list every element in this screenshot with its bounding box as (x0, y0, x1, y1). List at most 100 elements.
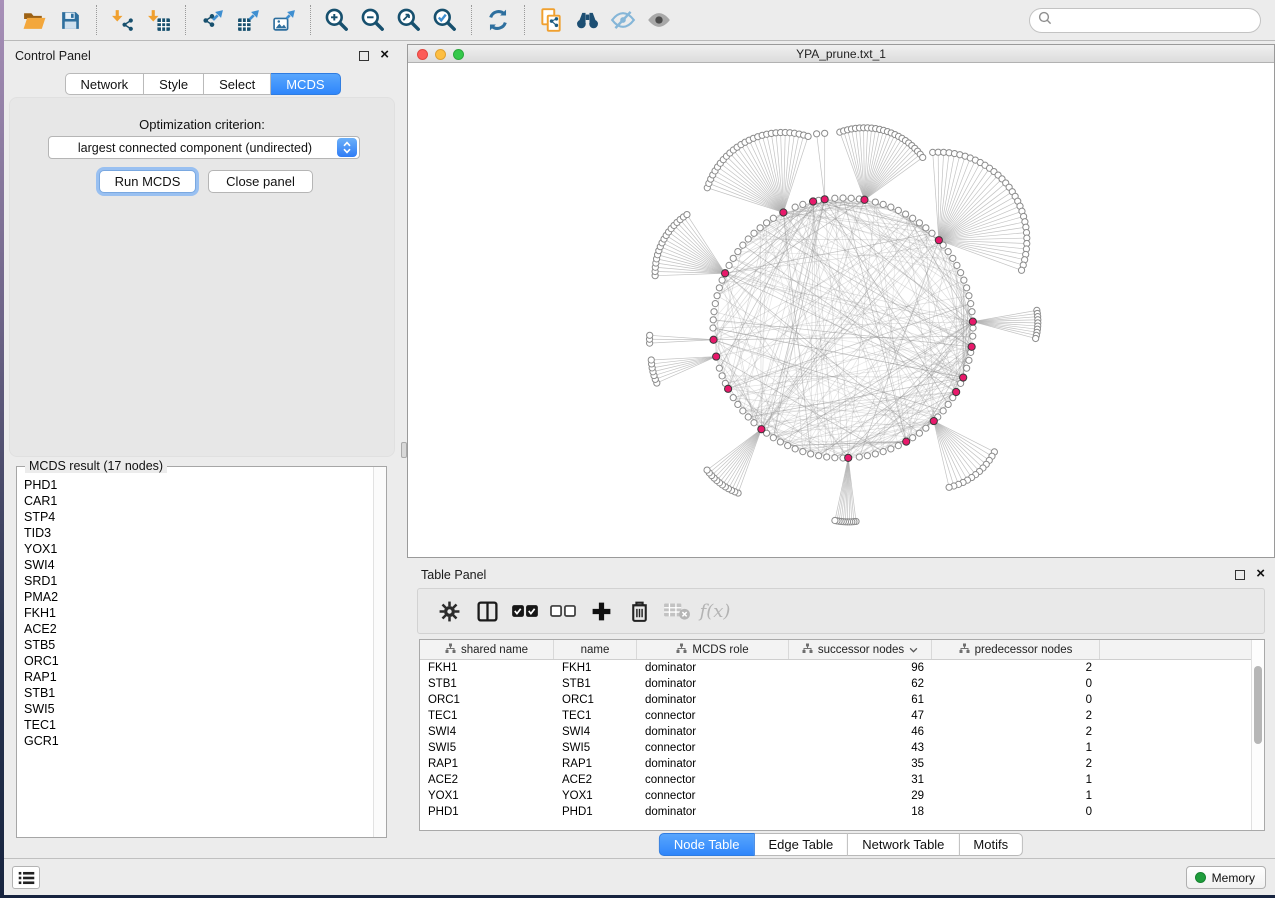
graph-node[interactable] (872, 199, 878, 205)
criterion-select[interactable]: largest connected component (undirected) (48, 136, 360, 159)
graph-hub-node[interactable] (935, 237, 942, 244)
graph-node[interactable] (923, 225, 929, 231)
table-cell[interactable]: connector (637, 788, 789, 804)
close-panel-button[interactable]: Close panel (208, 170, 313, 193)
add-column-icon[interactable] (582, 595, 620, 627)
graph-node[interactable] (888, 446, 894, 452)
graph-node[interactable] (895, 443, 901, 449)
graph-node[interactable] (945, 401, 951, 407)
result-list-item[interactable]: RAP1 (24, 669, 372, 685)
result-list-item[interactable]: ORC1 (24, 653, 372, 669)
table-cell[interactable]: STB1 (420, 676, 554, 692)
result-list-item[interactable]: CAR1 (24, 493, 372, 509)
graph-hub-node[interactable] (861, 196, 868, 203)
zoom-in-icon[interactable] (319, 5, 355, 35)
graph-node[interactable] (840, 195, 846, 201)
graph-hub-node[interactable] (758, 426, 765, 433)
table-row[interactable]: FKH1FKH1dominator962 (420, 660, 1264, 676)
graph-node[interactable] (966, 293, 972, 299)
table-row[interactable]: ACE2ACE2connector311 (420, 772, 1264, 788)
result-list-item[interactable]: SRD1 (24, 573, 372, 589)
float-table-panel-icon[interactable] (1235, 570, 1245, 580)
result-list-item[interactable]: FKH1 (24, 605, 372, 621)
table-cell[interactable]: 2 (932, 724, 1100, 740)
table-cell[interactable]: connector (637, 740, 789, 756)
table-cell[interactable]: dominator (637, 660, 789, 676)
graph-hub-node[interactable] (809, 198, 816, 205)
graph-node[interactable] (832, 517, 838, 523)
result-list-item[interactable]: TEC1 (24, 717, 372, 733)
graph-node[interactable] (945, 248, 951, 254)
graph-node[interactable] (751, 420, 757, 426)
table-cell[interactable]: PHD1 (420, 804, 554, 820)
table-cell[interactable]: 96 (789, 660, 932, 676)
table-cell[interactable]: 43 (789, 740, 932, 756)
graph-node[interactable] (785, 443, 791, 449)
table-cell[interactable]: 18 (789, 804, 932, 820)
import-network-icon[interactable] (105, 5, 141, 35)
table-cell[interactable]: 0 (932, 676, 1100, 692)
result-list-item[interactable]: ACE2 (24, 621, 372, 637)
result-list-item[interactable]: SWI5 (24, 701, 372, 717)
graph-hub-node[interactable] (960, 374, 967, 381)
tab-network-table[interactable]: Network Table (848, 833, 959, 856)
graph-node[interactable] (711, 309, 717, 315)
table-cell[interactable]: connector (637, 772, 789, 788)
graph-node[interactable] (751, 230, 757, 236)
column-header-successor-nodes[interactable]: successor nodes (789, 640, 932, 659)
close-table-panel-icon[interactable]: × (1256, 565, 1265, 583)
table-cell[interactable]: TEC1 (420, 708, 554, 724)
column-header-predecessor-nodes[interactable]: predecessor nodes (932, 640, 1100, 659)
graph-hub-node[interactable] (713, 353, 720, 360)
graph-hub-node[interactable] (930, 417, 937, 424)
unselect-all-checkboxes-icon[interactable] (544, 595, 582, 627)
graph-node[interactable] (856, 454, 862, 460)
table-cell[interactable]: FKH1 (420, 660, 554, 676)
tab-style[interactable]: Style (144, 73, 204, 95)
graph-node[interactable] (808, 451, 814, 457)
table-cell[interactable]: ORC1 (554, 692, 637, 708)
search-input[interactable] (1057, 11, 1260, 31)
graph-node[interactable] (770, 215, 776, 221)
graph-node[interactable] (763, 220, 769, 226)
tab-edge-table[interactable]: Edge Table (754, 833, 848, 856)
result-list-item[interactable]: STP4 (24, 509, 372, 525)
table-cell[interactable]: SWI4 (420, 724, 554, 740)
tab-node-table[interactable]: Node Table (659, 833, 755, 856)
graph-node[interactable] (923, 425, 929, 431)
graph-node[interactable] (777, 439, 783, 445)
clone-network-icon[interactable] (533, 5, 569, 35)
graph-node[interactable] (710, 325, 716, 331)
graph-node[interactable] (792, 446, 798, 452)
table-cell[interactable]: SWI5 (554, 740, 637, 756)
network-window-titlebar[interactable]: YPA_prune.txt_1 (408, 45, 1274, 63)
graph-node[interactable] (822, 130, 828, 136)
zoom-out-icon[interactable] (355, 5, 391, 35)
graph-node[interactable] (950, 255, 956, 261)
table-cell[interactable]: ACE2 (554, 772, 637, 788)
zoom-selected-icon[interactable] (427, 5, 463, 35)
graph-node[interactable] (903, 211, 909, 217)
table-cell[interactable]: 46 (789, 724, 932, 740)
table-row[interactable]: ORC1ORC1dominator610 (420, 692, 1264, 708)
float-panel-icon[interactable] (359, 51, 369, 61)
table-cell[interactable]: connector (637, 708, 789, 724)
graph-node[interactable] (968, 301, 974, 307)
table-cell[interactable]: YOX1 (554, 788, 637, 804)
graph-node[interactable] (916, 430, 922, 436)
zoom-fit-icon[interactable] (391, 5, 427, 35)
graph-node[interactable] (740, 408, 746, 414)
memory-button[interactable]: Memory (1186, 866, 1266, 889)
scrollbar-thumb[interactable] (1254, 666, 1262, 744)
task-history-list-button[interactable] (12, 866, 40, 889)
tab-motifs[interactable]: Motifs (959, 833, 1023, 856)
graph-node[interactable] (910, 215, 916, 221)
graph-node[interactable] (958, 270, 964, 276)
graph-node[interactable] (910, 435, 916, 441)
table-scrollbar[interactable] (1251, 640, 1264, 830)
graph-node[interactable] (964, 365, 970, 371)
table-cell[interactable]: 0 (932, 804, 1100, 820)
graph-node[interactable] (832, 455, 838, 461)
graph-node[interactable] (647, 332, 653, 338)
graph-node[interactable] (1018, 267, 1024, 273)
